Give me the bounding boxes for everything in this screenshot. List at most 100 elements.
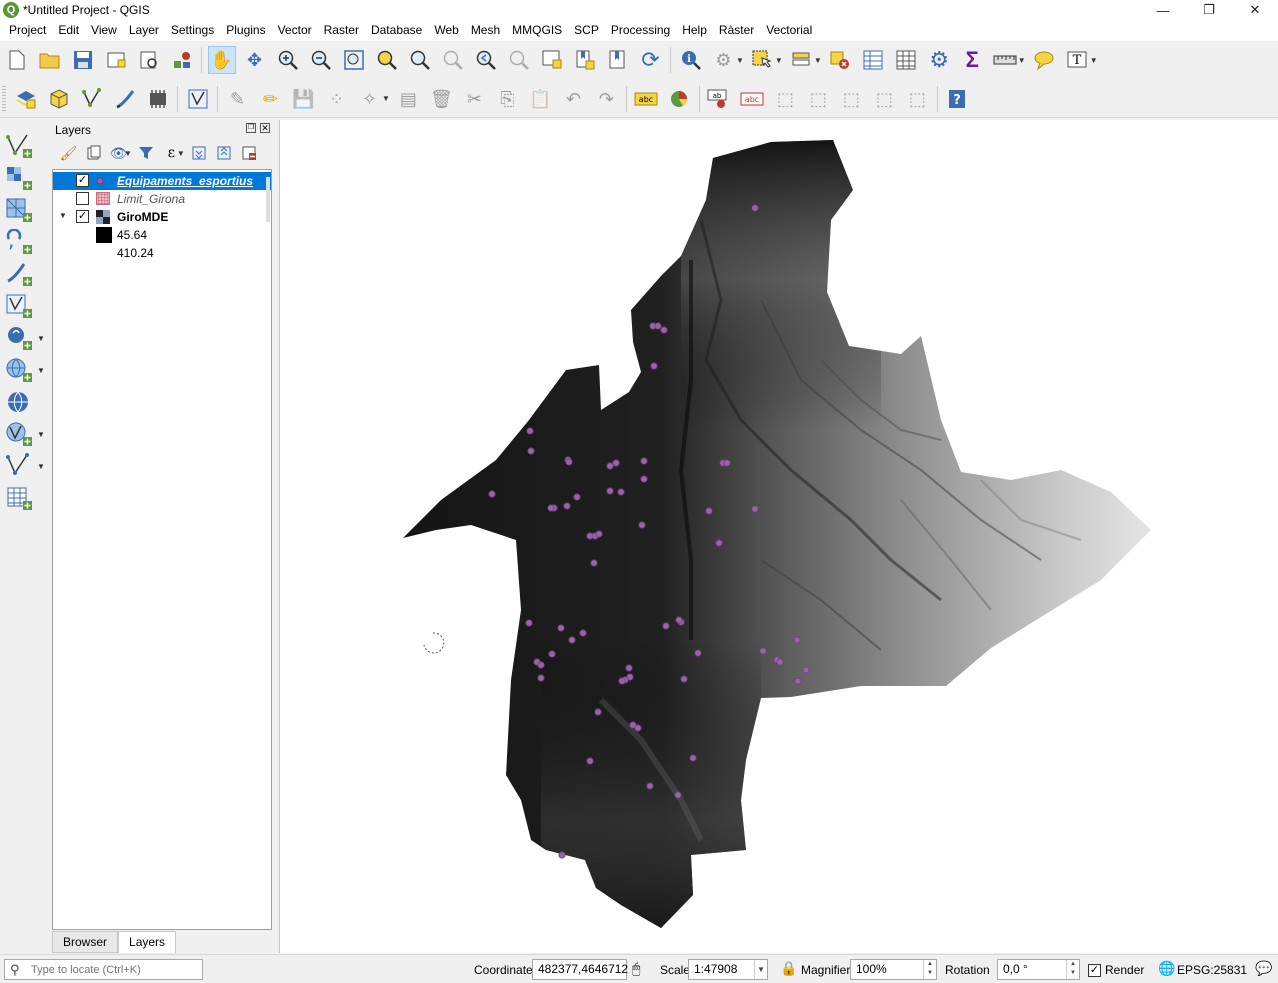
restore-icon[interactable]: ❐: [1186, 0, 1232, 20]
pan-map-icon[interactable]: ✋: [207, 46, 236, 74]
layer-tree-scrollbar[interactable]: [266, 177, 270, 222]
undo-icon[interactable]: ↶: [559, 85, 587, 113]
add-spatialite-layer-icon[interactable]: [5, 260, 37, 288]
filter-legend-icon[interactable]: [134, 143, 159, 163]
zoom-in-icon[interactable]: [274, 46, 302, 74]
refresh-icon[interactable]: ⟳: [637, 46, 665, 74]
add-virtual-layer-icon[interactable]: [5, 292, 37, 320]
lock-scale-icon[interactable]: 🔒: [780, 960, 797, 977]
measure-line-icon[interactable]: [991, 46, 1019, 74]
layout-manager-icon[interactable]: [135, 46, 163, 74]
deselect-all-icon[interactable]: [826, 46, 854, 74]
new-bookmark-icon[interactable]: [571, 46, 599, 74]
rotation-spinner[interactable]: ▲ ▼: [1066, 960, 1079, 979]
messages-icon[interactable]: 💬: [1255, 960, 1272, 977]
new-spatialite-icon[interactable]: [111, 85, 139, 113]
menu-project[interactable]: Project: [3, 20, 52, 41]
add-group-icon[interactable]: [81, 143, 106, 163]
select-by-value-icon[interactable]: [787, 46, 815, 74]
statistical-summary-icon[interactable]: Σ: [958, 46, 986, 74]
locator-bar[interactable]: ⚲: [4, 959, 203, 980]
help-icon[interactable]: ?: [943, 85, 971, 113]
move-label-icon[interactable]: ⬚: [771, 85, 799, 113]
menu-vector[interactable]: Vector: [272, 20, 318, 41]
magnifier-field[interactable]: 100% ▲ ▼: [850, 959, 937, 980]
close-icon[interactable]: ✕: [1232, 0, 1278, 20]
menu-web[interactable]: Web: [428, 20, 464, 41]
layer-visibility-checkbox[interactable]: ✓: [76, 210, 89, 223]
magnifier-spinner[interactable]: ▲ ▼: [923, 960, 936, 979]
pin-labels-icon[interactable]: ab: [705, 85, 733, 113]
crs-globe-icon[interactable]: 🌐: [1158, 960, 1175, 977]
pan-to-selection-icon[interactable]: ✥: [241, 46, 269, 74]
collapse-arrow-icon[interactable]: ▼: [59, 211, 67, 220]
redo-icon[interactable]: ↷: [592, 85, 620, 113]
add-vector-layer-icon[interactable]: [5, 132, 37, 160]
menu-database[interactable]: Database: [365, 20, 428, 41]
modify-attributes-icon[interactable]: ▤: [394, 85, 422, 113]
zoom-out-icon[interactable]: [307, 46, 335, 74]
layer-visibility-checkbox[interactable]: ✓: [76, 174, 89, 187]
add-mesh-layer-icon[interactable]: [5, 196, 37, 224]
layer-visibility-checkbox[interactable]: [76, 192, 89, 205]
minimize-icon[interactable]: —: [1140, 0, 1186, 20]
layer-row-limit-girona[interactable]: Limit_Girona: [53, 190, 271, 208]
rotate-label-icon[interactable]: ⬚: [837, 85, 865, 113]
menu-scp[interactable]: SCP: [568, 20, 605, 41]
attribute-table-icon[interactable]: [859, 46, 887, 74]
coordinate-field[interactable]: 482377,4646712: [532, 959, 628, 980]
save-project-icon[interactable]: [69, 46, 97, 74]
add-postgis-layer-icon[interactable]: ▼: [5, 324, 45, 352]
zoom-layer-icon[interactable]: [406, 46, 434, 74]
expand-all-icon[interactable]: [187, 143, 212, 163]
tab-browser[interactable]: Browser: [52, 931, 119, 953]
new-map-view-icon[interactable]: [538, 46, 566, 74]
vertex-tool-icon[interactable]: ✧: [356, 85, 384, 113]
remove-layer-icon[interactable]: [237, 143, 262, 163]
layer-styling-icon[interactable]: 🖌: [56, 143, 81, 163]
zoom-native-icon[interactable]: [439, 46, 467, 74]
new-shapefile-icon[interactable]: [78, 85, 106, 113]
add-delimited-text-icon[interactable]: ,: [5, 228, 37, 256]
select-features-icon[interactable]: [748, 46, 776, 74]
labeling-icon[interactable]: abc: [632, 85, 660, 113]
float-panel-icon[interactable]: ❐: [246, 123, 256, 133]
show-hide-labels-icon[interactable]: ⬚: [804, 85, 832, 113]
change-label-icon[interactable]: ⬚: [870, 85, 898, 113]
save-layer-edits-icon[interactable]: 💾: [290, 85, 318, 113]
current-edits-icon[interactable]: ✎: [224, 85, 252, 113]
menu-help[interactable]: Help: [676, 20, 713, 41]
open-project-icon[interactable]: [36, 46, 64, 74]
run-action-icon[interactable]: ⚙: [710, 46, 738, 74]
add-point-feature-icon[interactable]: ⁘: [323, 85, 351, 113]
paste-features-icon[interactable]: 📋: [526, 85, 554, 113]
add-wcs-layer-icon[interactable]: [5, 388, 37, 416]
menu-raster[interactable]: Raster: [318, 20, 365, 41]
label-properties-icon[interactable]: ⬚: [903, 85, 931, 113]
zoom-last-icon[interactable]: [472, 46, 500, 74]
menu-layer[interactable]: Layer: [123, 20, 165, 41]
toggle-editing-icon[interactable]: ✏: [257, 85, 285, 113]
menu-vectorial-plugin[interactable]: Vectorial: [760, 20, 818, 41]
zoom-full-icon[interactable]: [340, 46, 368, 74]
scale-dropdown-icon[interactable]: ▼: [754, 960, 767, 979]
new-print-layout-icon[interactable]: [102, 46, 130, 74]
delete-selected-icon[interactable]: 🗑: [427, 85, 455, 113]
map-tips-icon[interactable]: [1030, 46, 1058, 74]
show-bookmarks-icon[interactable]: [604, 46, 632, 74]
new-temporary-layer-icon[interactable]: [184, 85, 212, 113]
data-source-manager-icon[interactable]: [12, 85, 40, 113]
diagram-icon[interactable]: [665, 85, 693, 113]
new-virtual-layer-icon[interactable]: [144, 85, 172, 113]
map-canvas[interactable]: [279, 120, 1278, 953]
menu-mmqgis[interactable]: MMQGIS: [506, 20, 568, 41]
tab-layers[interactable]: Layers: [118, 931, 177, 953]
add-raster-layer-icon[interactable]: [5, 164, 37, 192]
layer-row-giromde[interactable]: ▼ ✓ GiroMDE: [53, 208, 271, 226]
menu-mesh[interactable]: Mesh: [465, 20, 506, 41]
zoom-next-icon[interactable]: [505, 46, 533, 74]
menu-processing[interactable]: Processing: [605, 20, 676, 41]
menu-edit[interactable]: Edit: [52, 20, 85, 41]
toggle-extents-icon[interactable]: 🖱: [632, 960, 640, 977]
close-panel-icon[interactable]: ✕: [260, 123, 270, 133]
